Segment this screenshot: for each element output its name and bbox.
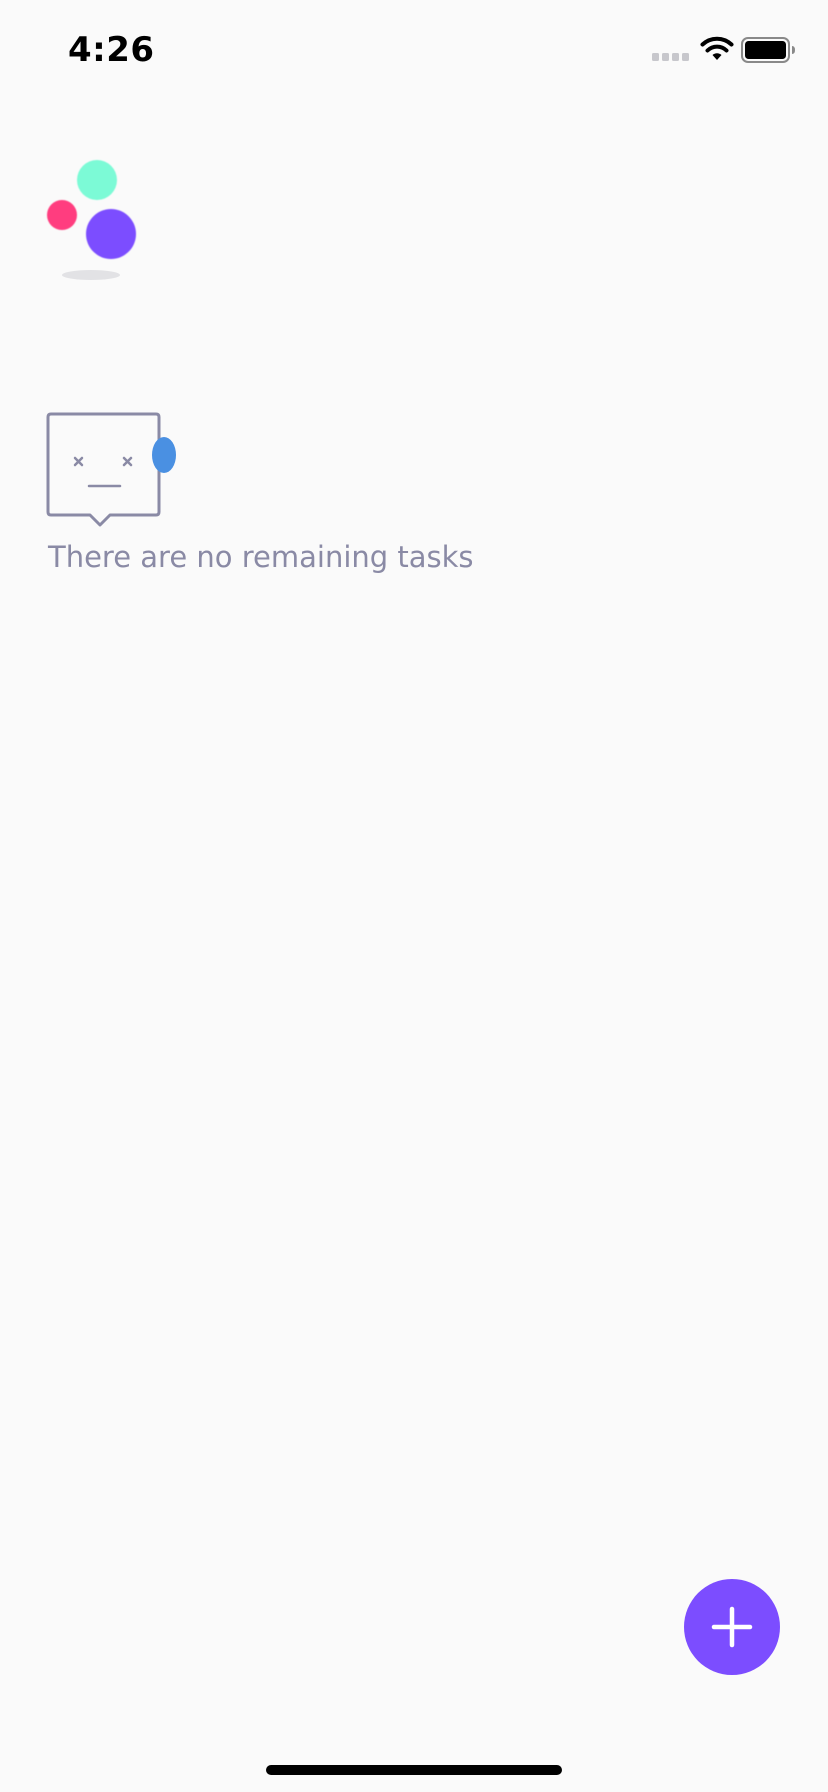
app-screen: 4:26 There are no remaining tasks (0, 0, 828, 1792)
status-time: 4:26 (68, 30, 155, 70)
battery-icon (741, 37, 795, 63)
app-logo (47, 160, 136, 280)
empty-state-message: There are no remaining tasks (48, 540, 474, 574)
wifi-icon (700, 36, 734, 60)
add-task-button[interactable] (684, 1579, 780, 1675)
home-indicator[interactable] (266, 1765, 562, 1775)
status-bar: 4:26 (0, 0, 828, 100)
cellular-signal-icon (652, 53, 689, 61)
empty-inbox-icon (46, 412, 176, 527)
plus-icon (711, 1606, 753, 1648)
